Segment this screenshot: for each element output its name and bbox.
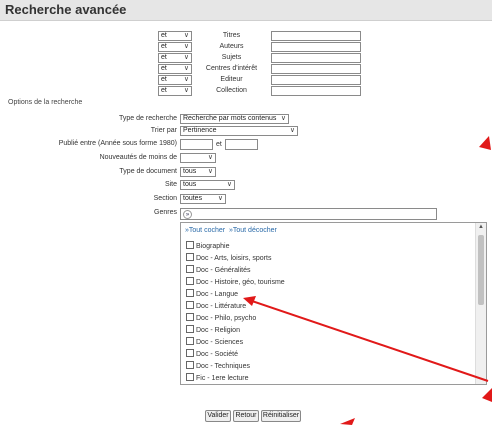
annotation-arrowhead-partial <box>479 136 491 150</box>
annotation-arrow-line <box>251 300 489 382</box>
annotation-arrowhead-partial <box>340 418 355 425</box>
annotation-arrows <box>243 136 492 425</box>
annotation-arrowhead-partial <box>482 388 492 402</box>
